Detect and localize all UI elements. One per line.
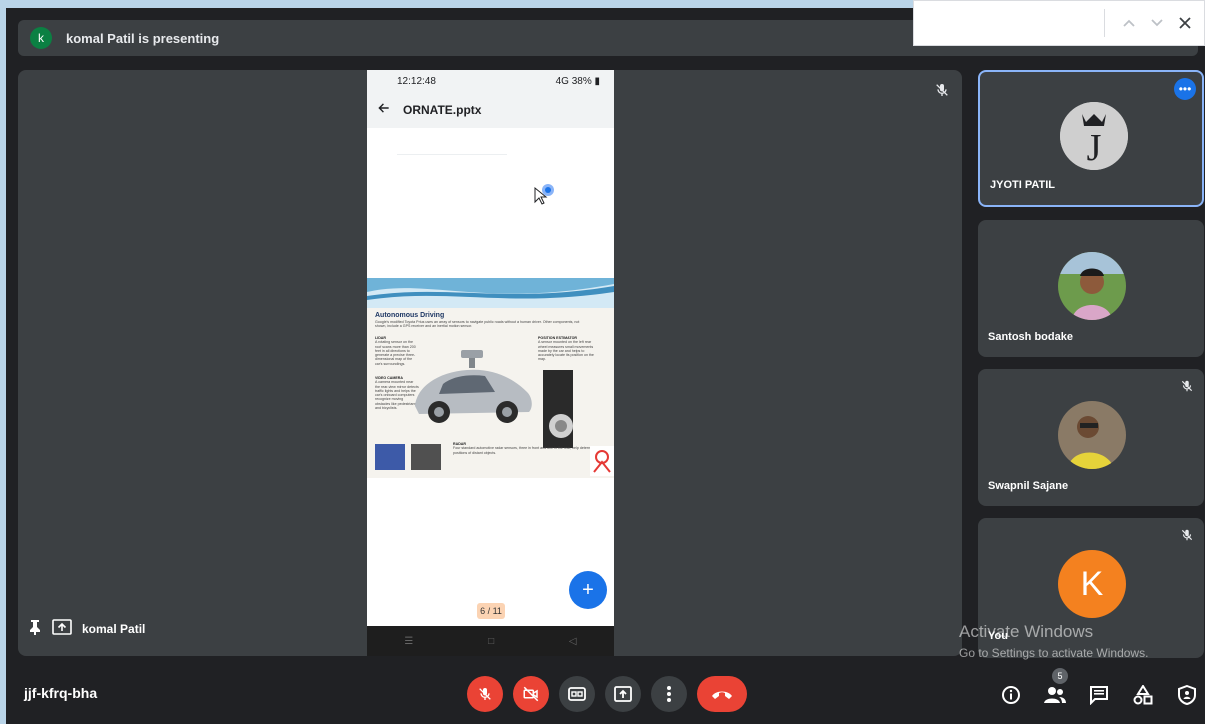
camera-toggle-button[interactable] (513, 676, 549, 712)
more-options-icon[interactable]: ••• (1174, 78, 1196, 100)
cursor-icon (533, 182, 559, 213)
leave-call-button[interactable] (697, 676, 747, 712)
phone-status-bar: 12:12:48 4G 38% ▮ (367, 70, 614, 92)
car-illustration (415, 350, 532, 423)
present-icon (614, 686, 632, 702)
avatar (1058, 252, 1126, 320)
presenter-label: komal Patil (28, 619, 145, 638)
find-next-button[interactable] (1143, 9, 1171, 37)
participant-name: Swapnil Sajane (988, 480, 1069, 492)
presenter-avatar: k (30, 27, 52, 49)
activate-windows-watermark: Activate Windows Go to Settings to activ… (959, 622, 1148, 660)
radar-thumbnail (411, 444, 441, 470)
chat-button[interactable] (1084, 680, 1114, 710)
slide-title: Autonomous Driving (375, 312, 445, 319)
chevron-down-icon (1151, 19, 1163, 27)
shield-icon (1178, 685, 1196, 705)
mic-toggle-button[interactable] (467, 676, 503, 712)
add-fab-button[interactable]: + (569, 571, 607, 609)
slide-subtitle: Google's modified Toyota Prius uses an a… (375, 320, 580, 329)
hang-up-icon (712, 691, 732, 699)
slide-divider (397, 154, 507, 155)
captions-button[interactable] (559, 676, 595, 712)
participant-tile-swapnil[interactable]: Swapnil Sajane (978, 369, 1204, 506)
mic-off-icon (934, 82, 950, 103)
more-options-button[interactable] (651, 676, 687, 712)
pin-icon[interactable] (28, 619, 42, 638)
find-separator (1104, 9, 1105, 37)
present-screen-icon (52, 619, 72, 638)
people-icon (1044, 687, 1066, 703)
avatar: K (1058, 550, 1126, 618)
people-count-badge: 5 (1052, 668, 1068, 684)
captions-icon (568, 687, 586, 701)
mic-off-icon (1180, 528, 1194, 547)
people-button[interactable]: 5 (1040, 668, 1070, 710)
shared-phone-screen: 12:12:48 4G 38% ▮ ORNATE.pptx Autonomous… (367, 70, 614, 656)
nav-recent-icon[interactable]: ☰ (404, 636, 413, 647)
participant-name: JYOTI PATIL (990, 179, 1055, 191)
nav-home-icon[interactable]: □ (488, 636, 494, 647)
call-controls (467, 676, 747, 712)
wheel-image (543, 370, 573, 448)
mic-off-icon (1180, 379, 1194, 398)
slide-logo (590, 446, 614, 476)
participant-name: Santosh bodake (988, 331, 1073, 343)
slide-autonomous-driving: Autonomous Driving Google's modified Toy… (367, 278, 614, 478)
back-arrow-icon[interactable] (377, 101, 391, 120)
camera-off-icon (523, 686, 539, 702)
presenting-title: komal Patil is presenting (66, 30, 220, 46)
watermark-line2: Go to Settings to activate Windows. (959, 646, 1149, 660)
host-controls-button[interactable] (1172, 680, 1202, 710)
more-vert-icon (667, 686, 671, 702)
meeting-details-button[interactable] (996, 680, 1026, 710)
mic-off-icon (479, 688, 491, 700)
slide-block-position: POSITION ESTIMATOR A sensor mounted on t… (538, 336, 600, 362)
slide-blank-area (367, 128, 614, 278)
file-title: ORNATE.pptx (403, 103, 482, 117)
activities-icon (1133, 685, 1153, 705)
slide-wave-decoration (367, 278, 614, 308)
phone-status-right: 4G 38% ▮ (555, 75, 600, 87)
participant-tile-jyoti[interactable]: J ••• JYOTI PATIL (978, 70, 1204, 207)
presentation-stage: 12:12:48 4G 38% ▮ ORNATE.pptx Autonomous… (18, 70, 962, 656)
meeting-code: jjf-kfrq-bha (24, 685, 98, 701)
find-previous-button[interactable] (1115, 9, 1143, 37)
nav-back-icon[interactable]: ◁ (569, 636, 577, 647)
activities-button[interactable] (1128, 680, 1158, 710)
phone-nav-bar: ☰ □ ◁ (367, 626, 614, 656)
find-input[interactable] (914, 1, 1104, 45)
participant-tile-santosh[interactable]: Santosh bodake (978, 220, 1204, 357)
watermark-line1: Activate Windows (959, 622, 1094, 641)
slide-block-text: A sensor mounted on the left rear wheel … (538, 340, 594, 362)
find-bar (913, 0, 1205, 46)
camera-thumbnail (375, 444, 405, 470)
meeting-tools: 5 (996, 668, 1202, 710)
meet-window: k komal Patil is presenting 12:12:48 4G … (6, 8, 1205, 724)
chat-icon (1090, 686, 1108, 705)
avatar: J (1060, 102, 1128, 170)
chevron-up-icon (1123, 19, 1135, 27)
phone-time: 12:12:48 (397, 75, 436, 87)
phone-app-header: ORNATE.pptx (367, 92, 614, 128)
slide-block-radar: RADAR Four standard automotive radar sen… (453, 442, 603, 455)
svg-text:J: J (1087, 127, 1102, 169)
presenter-name: komal Patil (82, 621, 146, 636)
present-now-button[interactable] (605, 676, 641, 712)
find-close-button[interactable] (1171, 9, 1199, 37)
avatar (1058, 401, 1126, 469)
slide-block-text: Four standard automotive radar sensors, … (453, 446, 602, 455)
close-icon (1179, 17, 1191, 29)
page-indicator: 6 / 11 (477, 603, 505, 619)
info-icon (1002, 686, 1020, 704)
